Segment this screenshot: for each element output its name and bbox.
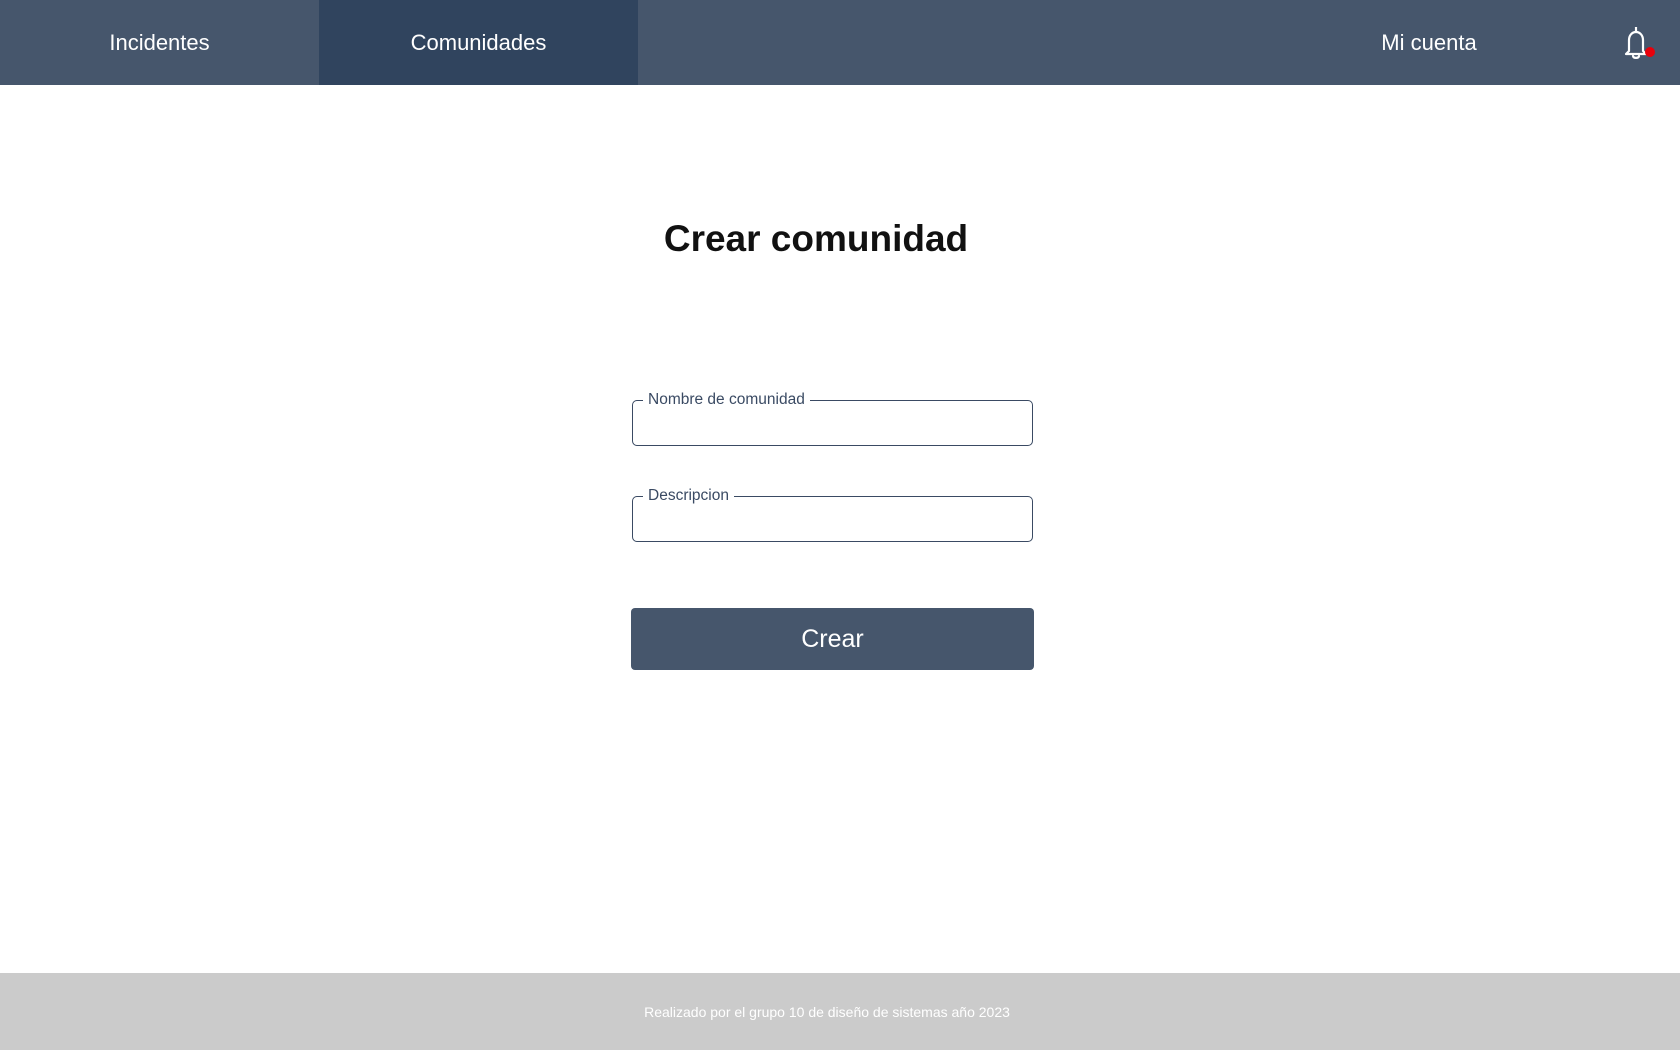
notification-badge	[1645, 47, 1655, 57]
footer-text: Realizado por el grupo 10 de diseño de s…	[644, 1004, 1010, 1020]
create-button[interactable]: Crear	[631, 608, 1034, 670]
notifications-button[interactable]	[1616, 24, 1656, 64]
top-navigation: Incidentes Comunidades Mi cuenta	[0, 0, 1680, 85]
tab-comunidades[interactable]: Comunidades	[319, 0, 638, 85]
community-name-label: Nombre de comunidad	[643, 391, 810, 409]
bell-icon	[1624, 27, 1648, 59]
tab-mi-cuenta-label: Mi cuenta	[1381, 29, 1477, 55]
community-name-field[interactable]: Nombre de comunidad	[632, 391, 1033, 446]
description-input[interactable]	[645, 507, 1021, 533]
footer: Realizado por el grupo 10 de diseño de s…	[0, 973, 1680, 1050]
page-title: Crear comunidad	[663, 218, 969, 259]
description-label: Descripcion	[643, 487, 734, 505]
tab-incidentes-label: Incidentes	[109, 29, 210, 55]
tab-mi-cuenta[interactable]: Mi cuenta	[1270, 0, 1588, 85]
description-field[interactable]: Descripcion	[632, 487, 1033, 542]
tab-incidentes[interactable]: Incidentes	[0, 0, 319, 85]
tab-comunidades-label: Comunidades	[410, 29, 547, 55]
create-button-label: Crear	[801, 624, 864, 653]
community-name-input[interactable]	[645, 411, 1021, 437]
